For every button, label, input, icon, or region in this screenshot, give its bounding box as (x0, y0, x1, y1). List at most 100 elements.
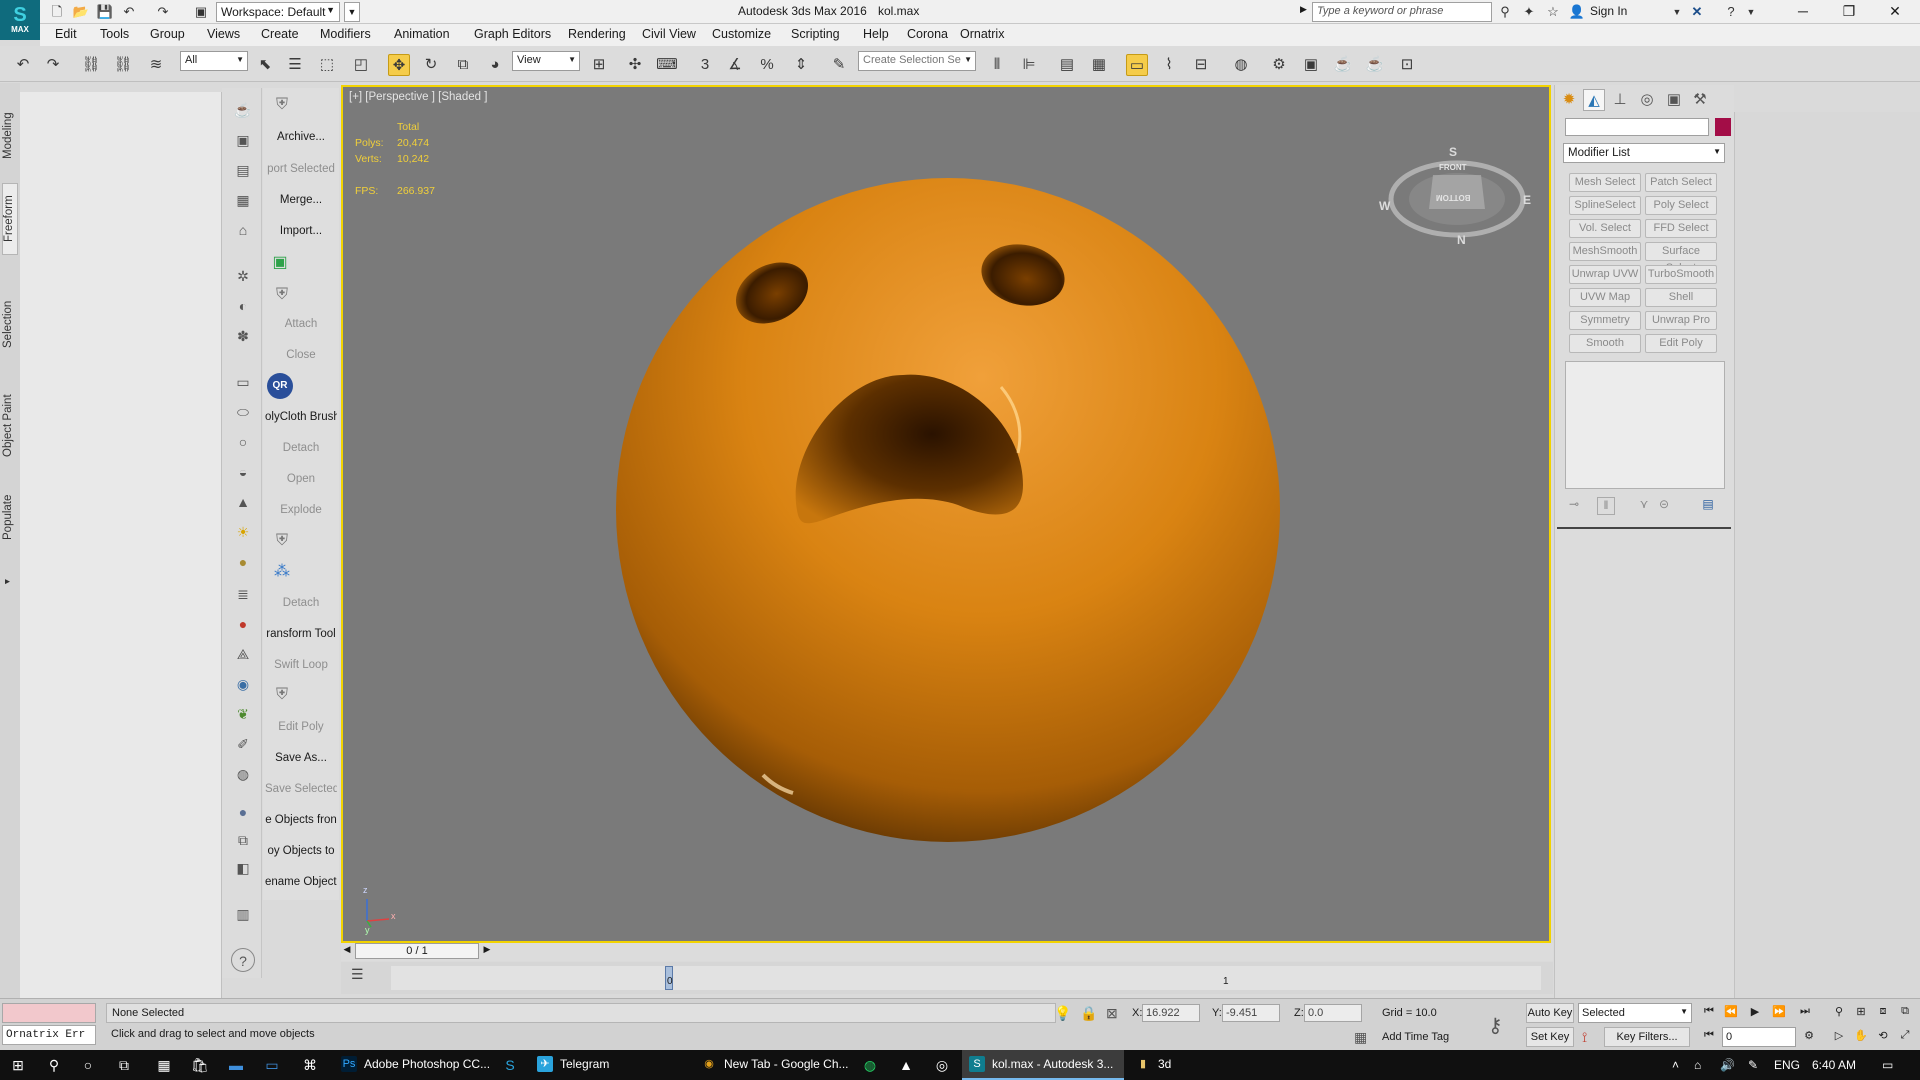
material-ball-icon[interactable]: ● (231, 612, 255, 636)
reference-coordinate-dropdown[interactable]: View ▼ (512, 51, 580, 71)
cmd-save-selected[interactable]: Save Selected (265, 783, 337, 795)
selection-lock-icon[interactable]: 🔒 (1080, 1005, 1097, 1022)
track-strip[interactable] (391, 966, 1541, 990)
mod-unwrap-pro-button[interactable]: Unwrap Pro (1645, 311, 1717, 330)
angle-snap-icon[interactable]: ∡ (724, 54, 746, 76)
add-time-tag[interactable]: Add Time Tag (1382, 1031, 1449, 1043)
time-slider-prev-icon[interactable]: ◀ (341, 944, 353, 958)
tab-motion-icon[interactable]: ◎ (1636, 89, 1658, 111)
bind-space-warp-icon[interactable]: ≋ (145, 54, 167, 76)
key-filters-button[interactable]: Key Filters... (1604, 1027, 1690, 1047)
modifier-list-dropdown[interactable]: Modifier List ▼ (1563, 143, 1725, 163)
time-configuration-icon[interactable]: ⚙ (1800, 1029, 1818, 1045)
select-manipulate-icon[interactable]: ✣ (624, 54, 646, 76)
absolute-mode-icon[interactable]: ⊠ (1106, 1005, 1118, 1022)
menu-graph-editors[interactable]: Graph Editors (474, 27, 551, 41)
project-folder-icon[interactable]: ▣ (192, 3, 210, 21)
workspace-dropdown[interactable]: Workspace: Default ▼ (216, 2, 340, 22)
select-object-icon[interactable]: ⬉ (254, 54, 276, 76)
cmd-swift-loop[interactable]: Swift Loop (265, 659, 337, 671)
named-selection-dropdown[interactable]: Create Selection Se ▼ (858, 51, 976, 71)
network-app-icon[interactable]: ⌘ (300, 1056, 320, 1074)
schematic-view-icon[interactable]: ⊟ (1190, 54, 1212, 76)
maximize-viewport-icon[interactable]: ⤢ (1896, 1029, 1914, 1045)
desktop-icon[interactable]: ▭ (262, 1056, 282, 1074)
pivot-center-icon[interactable]: ⊞ (588, 54, 610, 76)
volume-icon[interactable]: 🔊 (1720, 1058, 1735, 1072)
cmd-attach[interactable]: Attach (265, 318, 337, 330)
mod-surface-select-button[interactable]: Surface Select (1645, 242, 1717, 274)
placement-icon[interactable]: ◕ (484, 54, 506, 76)
binoculars-icon[interactable]: ⚲ (1496, 3, 1514, 21)
tube-icon[interactable]: ◒ (231, 460, 255, 484)
rectangular-selection-icon[interactable]: ⬚ (316, 54, 338, 76)
mod-unwrap-uvw-button[interactable]: Unwrap UVW (1569, 265, 1641, 284)
task-view-icon[interactable]: ⧉ (114, 1056, 134, 1074)
toggle-ribbon-icon[interactable]: ▭ (1126, 54, 1148, 76)
sound-icon[interactable]: ◐ (231, 294, 255, 318)
pan-view-icon[interactable]: ✋ (1852, 1029, 1870, 1045)
menu-customize[interactable]: Customize (712, 27, 771, 41)
time-tag-icon[interactable]: ▦ (1354, 1029, 1367, 1046)
tab-utilities-icon[interactable]: ⚒ (1689, 89, 1711, 111)
taskbar-app-telegram[interactable]: ✈ Telegram (530, 1050, 690, 1080)
calculator-icon[interactable]: ▦ (154, 1056, 174, 1074)
green-screen-icon[interactable]: ▣ (267, 250, 293, 276)
mod-uvw-map-button[interactable]: UVW Map (1569, 288, 1641, 307)
cmd-export-selected[interactable]: port Selected (265, 163, 337, 175)
play-icon[interactable]: ▶ (1746, 1005, 1764, 1021)
viewport-label[interactable]: [+] [Perspective ] [Shaded ] (349, 91, 487, 103)
modifier-stack[interactable] (1565, 361, 1725, 489)
blue-sphere-icon[interactable]: ● (231, 800, 255, 824)
mod-poly-select-button[interactable]: Poly Select (1645, 196, 1717, 215)
helper-tool-icon[interactable]: ✲ (231, 264, 255, 288)
select-and-scale-icon[interactable]: ⧉ (452, 54, 474, 76)
menu-edit[interactable]: Edit (55, 27, 77, 41)
tab-create-icon[interactable]: ✹ (1558, 89, 1580, 111)
mod-symmetry-button[interactable]: Symmetry (1569, 311, 1641, 330)
globe-icon[interactable]: ◉ (231, 672, 255, 696)
app-logo[interactable]: S MAX (0, 0, 40, 40)
set-key-icon[interactable]: ⟟ (1582, 1029, 1587, 1046)
make-unique-icon[interactable]: ⋎ (1635, 497, 1653, 515)
tab-display-icon[interactable]: ▣ (1663, 89, 1685, 111)
teapot-icon[interactable]: ☕ (231, 98, 255, 122)
copy-objects-icon[interactable]: ⧉ (231, 828, 255, 852)
menu-civil-view[interactable]: Civil View (642, 27, 696, 41)
menu-create[interactable]: Create (261, 27, 299, 41)
mod-turbosmooth-button[interactable]: TurboSmooth (1645, 265, 1717, 284)
z-coord-field[interactable]: 0.0 (1304, 1004, 1362, 1022)
tab-selection[interactable]: Selection (2, 288, 18, 360)
scene-list-icon[interactable]: ▥ (231, 902, 255, 926)
go-to-start-icon[interactable]: ⏮ (1700, 1005, 1718, 1021)
object-color-swatch[interactable] (1715, 118, 1731, 136)
action-center-icon[interactable]: ▭ (1882, 1058, 1893, 1072)
time-slider[interactable]: ◀ 0 / 1 ▶ (341, 943, 1553, 961)
maxscript-listener-output[interactable] (2, 1003, 96, 1023)
undo-icon[interactable]: ↶ (12, 54, 34, 76)
search-expand-icon[interactable]: ▶ (1300, 4, 1307, 15)
mod-mesh-select-button[interactable]: Mesh Select (1569, 173, 1641, 192)
taskbar-app-photoshop[interactable]: Ps Adobe Photoshop CC... (334, 1050, 494, 1080)
open-file-icon[interactable]: 📂 (72, 3, 90, 21)
stack-icon[interactable]: ≣ (231, 582, 255, 606)
show-end-result-icon[interactable]: ‖ (1597, 497, 1615, 515)
snaps-toggle-icon[interactable]: 3 (694, 54, 716, 76)
grass-icon[interactable]: ❦ (231, 702, 255, 726)
curve-editor-icon[interactable]: ⌇ (1158, 54, 1180, 76)
texture-sphere-icon[interactable]: ◍ (231, 762, 255, 786)
mod-smooth-button[interactable]: Smooth (1569, 334, 1641, 353)
pyramid-icon[interactable]: ⟁ (231, 642, 255, 666)
zoom-all-icon[interactable]: ⊞ (1852, 1005, 1870, 1021)
cmd-rename-objects[interactable]: ename Objects (265, 876, 337, 888)
list-panel-icon[interactable]: ▤ (231, 158, 255, 182)
search-icon[interactable]: ⚲ (44, 1056, 64, 1074)
cmd-copy-objects-to[interactable]: oy Objects to (265, 845, 337, 857)
select-and-link-icon[interactable]: ⛓ (80, 54, 102, 76)
menu-tools[interactable]: Tools (100, 27, 129, 41)
object-name-field[interactable] (1565, 118, 1709, 136)
plane-icon[interactable]: ▭ (231, 370, 255, 394)
zoom-extents-all-icon[interactable]: ⧉ (1896, 1005, 1914, 1021)
tab-object-paint[interactable]: Object Paint (2, 381, 18, 471)
store-icon[interactable]: 🛍 (190, 1056, 210, 1074)
